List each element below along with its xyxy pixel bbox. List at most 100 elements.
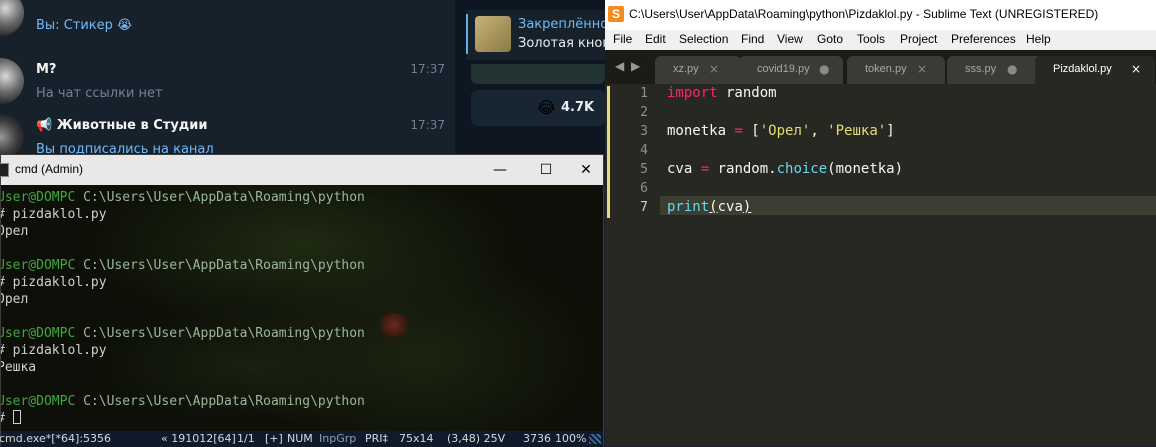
- modified-lines-bar: [607, 86, 610, 218]
- cmd-title-bar[interactable]: cmd (Admin) — ☐ ✕: [0, 155, 603, 185]
- status-pos: 1/1: [237, 432, 255, 445]
- unsaved-dot-icon[interactable]: ●: [1007, 62, 1017, 76]
- status-pid: 3736: [523, 432, 551, 445]
- line-gutter: 1 2 3 4 5 6 7: [605, 84, 660, 446]
- message-image[interactable]: [471, 64, 605, 84]
- prompt-line: User@DOMPC C:\Users\User\AppData\Roaming…: [1, 394, 365, 409]
- tab-pizdaklol[interactable]: Pizdaklol.py ×: [1035, 56, 1155, 84]
- wallpaper-snake-eye: [377, 313, 411, 337]
- menu-preferences[interactable]: Preferences: [951, 32, 1016, 46]
- tab-xz[interactable]: xz.py ×: [655, 56, 741, 84]
- close-icon[interactable]: ×: [709, 62, 719, 76]
- menu-view[interactable]: View: [777, 32, 803, 46]
- tab-label: Pizdaklol.py: [1053, 63, 1112, 75]
- status-size: 75x14: [399, 432, 434, 445]
- close-button[interactable]: ✕: [563, 155, 609, 185]
- pinned-text: Золотая кноп: [518, 36, 611, 51]
- pinned-thumbnail: [475, 16, 511, 52]
- line-number: 7: [640, 200, 648, 215]
- sublime-title-bar[interactable]: S C:\Users\User\AppData\Roaming\python\P…: [605, 0, 1156, 30]
- tab-left-arrow-icon[interactable]: ◀: [615, 59, 624, 73]
- chat-panel: Закреплённо Золотая кноп 😂 4.7K: [456, 0, 611, 160]
- menu-find[interactable]: Find: [741, 32, 764, 46]
- chat-time: 17:37: [410, 62, 445, 76]
- tab-bar: ◀ ▶ xz.py × covid19.py ● token.py × sss.…: [605, 50, 1156, 84]
- tab-label: covid19.py: [757, 63, 810, 75]
- tab-label: token.py: [865, 63, 907, 75]
- tab-label: xz.py: [673, 63, 699, 75]
- prompt-line: User@DOMPC C:\Users\User\AppData\Roaming…: [1, 326, 365, 341]
- pinned-bar: [466, 14, 468, 54]
- telegram-window: Вы: Стикер 😭 M? 17:37 На чат ссылки нет …: [0, 0, 611, 160]
- command-line: # pizdaklol.py: [1, 275, 107, 290]
- text-cursor: [12, 410, 21, 424]
- status-pri: PRI‡: [365, 432, 389, 445]
- code-line[interactable]: print(cva): [667, 198, 751, 217]
- status-plus: [+]: [265, 432, 283, 445]
- command-line: # pizdaklol.py: [1, 343, 107, 358]
- output-line: Орел: [1, 292, 29, 307]
- reaction-button[interactable]: 😂 4.7K: [471, 90, 605, 126]
- line-number: 5: [640, 162, 648, 177]
- reaction-count: 4.7K: [561, 100, 595, 115]
- unsaved-dot-icon[interactable]: ●: [819, 62, 829, 76]
- chat-preview: Вы: Стикер 😭: [36, 18, 133, 33]
- tab-covid19[interactable]: covid19.py ●: [739, 56, 843, 84]
- status-inp: InpGrp: [319, 432, 357, 445]
- line-number: 6: [640, 181, 648, 196]
- tab-token[interactable]: token.py ×: [847, 56, 945, 84]
- status-num: NUM: [287, 432, 313, 445]
- laugh-emoji-icon: 😂: [537, 98, 556, 117]
- tab-sss[interactable]: sss.py ●: [947, 56, 1043, 84]
- pinned-title: Закреплённо: [518, 17, 609, 32]
- chat-name: 📢 Животные в Студии: [36, 118, 208, 133]
- cmd-window[interactable]: cmd (Admin) — ☐ ✕ User@DOMPC C:\Users\Us…: [0, 154, 604, 447]
- code-line[interactable]: import random: [667, 84, 777, 103]
- status-process: cmd.exe*[*64]:5356: [0, 432, 112, 445]
- menu-bar: File Edit Selection Find View Goto Tools…: [605, 30, 1156, 50]
- code-line[interactable]: cva = random.choice(monetka): [667, 160, 903, 179]
- chat-item[interactable]: Вы: Стикер 😭: [0, 0, 455, 58]
- line-number: 1: [640, 86, 648, 101]
- chat-time: 17:37: [410, 118, 445, 132]
- output-line: Решка: [1, 360, 37, 375]
- menu-goto[interactable]: Goto: [817, 32, 843, 46]
- menu-selection[interactable]: Selection: [679, 32, 728, 46]
- terminal-output[interactable]: User@DOMPC C:\Users\User\AppData\Roaming…: [1, 185, 603, 431]
- prompt-line: User@DOMPC C:\Users\User\AppData\Roaming…: [1, 190, 365, 205]
- pinned-message[interactable]: Закреплённо Золотая кноп: [466, 10, 611, 60]
- status-build: « 191012[64]: [161, 432, 236, 445]
- line-number: 3: [640, 124, 648, 139]
- line-number: 4: [640, 143, 648, 158]
- menu-file[interactable]: File: [613, 32, 632, 46]
- chat-avatar: [0, 58, 24, 104]
- status-bar: cmd.exe*[*64]:5356 « 191012[64] 1/1 [+] …: [0, 431, 603, 447]
- output-line: Орел: [1, 224, 29, 239]
- menu-edit[interactable]: Edit: [645, 32, 666, 46]
- cmd-title: cmd (Admin): [15, 162, 84, 176]
- chat-name: M?: [36, 62, 57, 77]
- input-line[interactable]: #: [1, 410, 21, 427]
- chat-avatar: [0, 0, 24, 36]
- minimize-button[interactable]: —: [477, 155, 523, 185]
- status-coords: (3,48) 25V: [447, 432, 506, 445]
- menu-tools[interactable]: Tools: [857, 32, 885, 46]
- menu-help[interactable]: Help: [1026, 32, 1051, 46]
- chat-item[interactable]: M? 17:37 На чат ссылки нет: [0, 52, 455, 112]
- status-grip: [589, 434, 601, 444]
- command-line: # pizdaklol.py: [1, 207, 107, 222]
- chat-preview: На чат ссылки нет: [36, 86, 163, 101]
- code-line[interactable]: monetka = ['Орел', 'Решка']: [667, 122, 895, 141]
- sublime-logo-icon: S: [608, 6, 624, 22]
- close-icon[interactable]: ×: [1131, 62, 1141, 76]
- window-title: C:\Users\User\AppData\Roaming\python\Piz…: [629, 7, 1099, 21]
- tab-right-arrow-icon[interactable]: ▶: [631, 59, 640, 73]
- tab-label: sss.py: [965, 63, 997, 75]
- cmd-icon: [0, 163, 9, 177]
- line-number: 2: [640, 105, 648, 120]
- menu-project[interactable]: Project: [900, 32, 937, 46]
- prompt-line: User@DOMPC C:\Users\User\AppData\Roaming…: [1, 258, 365, 273]
- close-icon[interactable]: ×: [917, 62, 927, 76]
- sublime-window[interactable]: S C:\Users\User\AppData\Roaming\python\P…: [605, 0, 1156, 446]
- status-zoom: 100%: [555, 432, 587, 445]
